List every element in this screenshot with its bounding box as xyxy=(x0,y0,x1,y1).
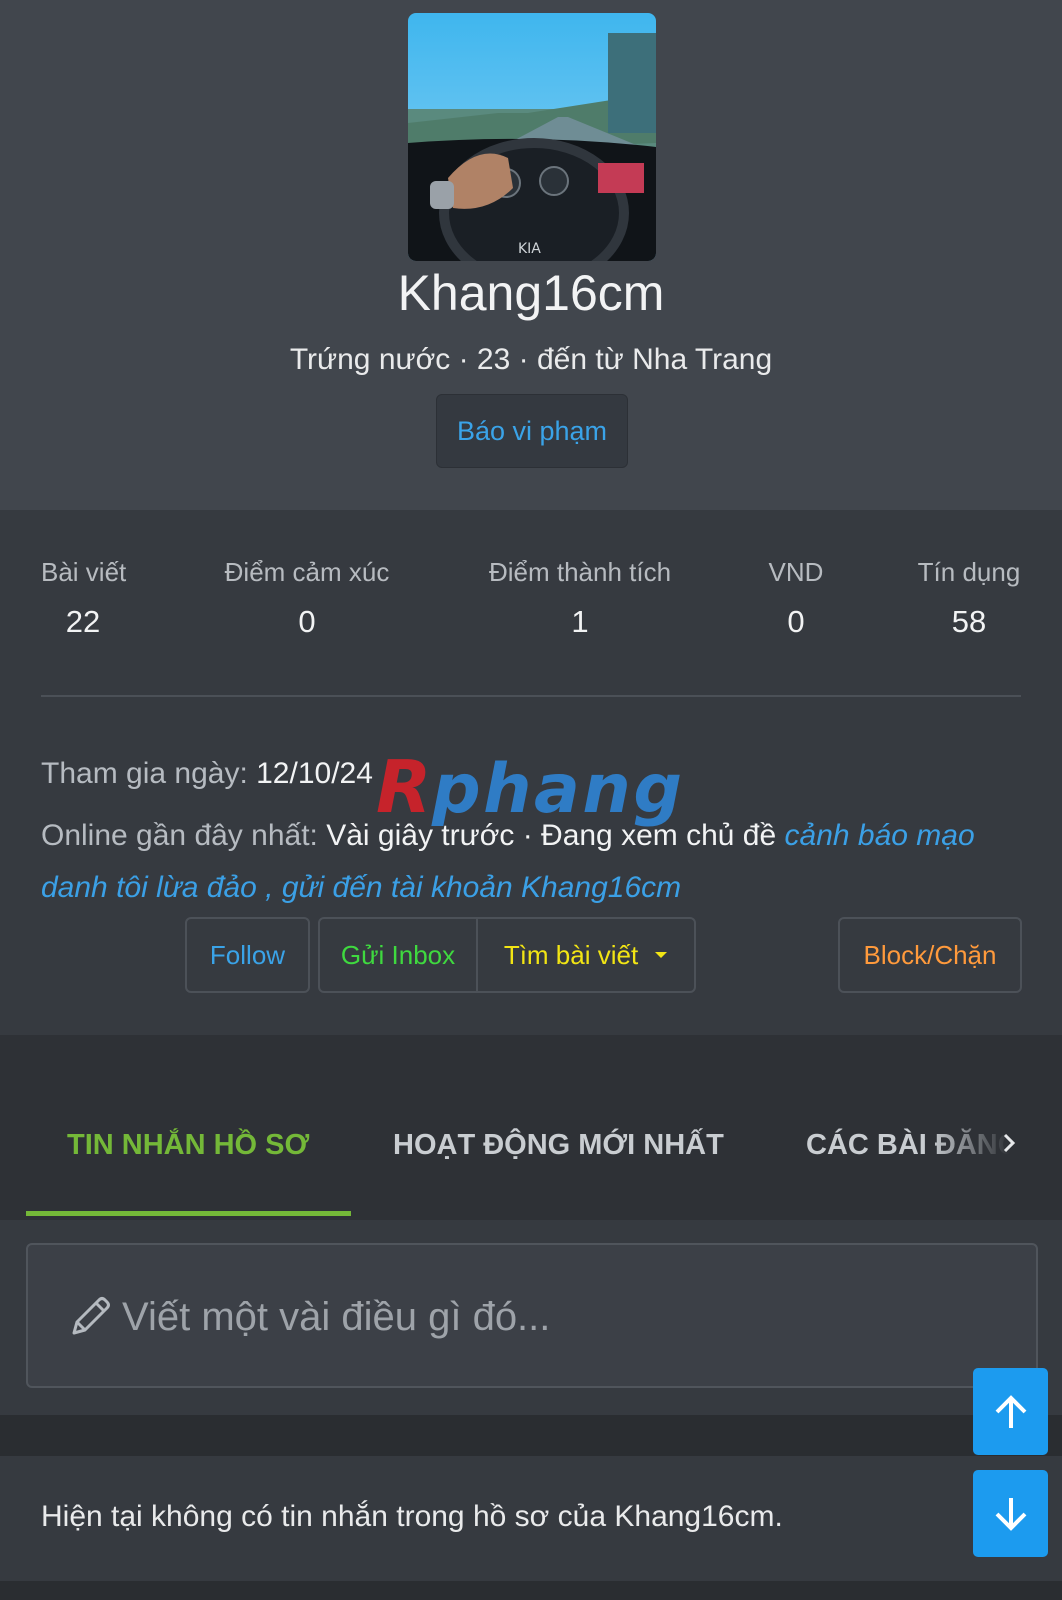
stat-value: 58 xyxy=(951,604,987,639)
stat-value: 0 xyxy=(787,604,805,639)
scroll-down-button[interactable] xyxy=(973,1470,1048,1557)
send-inbox-button[interactable]: Gửi Inbox xyxy=(320,919,478,991)
caret-down-icon xyxy=(655,952,668,958)
avatar-image: KIA xyxy=(408,13,656,261)
divider xyxy=(41,695,1021,697)
tab-profile-posts[interactable]: TIN NHẮN HỒ SƠ xyxy=(67,1125,309,1165)
online-line: Online gần đây nhất: Vài giây trước · Đa… xyxy=(41,810,1031,862)
stat-value: 1 xyxy=(571,604,589,639)
arrow-down-icon xyxy=(995,1497,1026,1531)
joined-label: Tham gia ngày: xyxy=(41,757,248,790)
block-button[interactable]: Block/Chặn xyxy=(838,917,1022,993)
stat-reaction-score[interactable]: Điểm cảm xúc 0 xyxy=(222,554,392,642)
stat-vnd[interactable]: VND 0 xyxy=(766,554,826,642)
empty-message-text: Hiện tại không có tin nhắn trong hồ sơ c… xyxy=(41,1500,783,1533)
active-tab-indicator xyxy=(26,1211,351,1216)
find-posts-dropdown[interactable]: Tìm bài viết xyxy=(478,919,694,991)
composer-section: Viết một vài điều gì đó... xyxy=(0,1220,1062,1415)
stat-label: Bài viết xyxy=(41,557,127,587)
online-status: Vài giây trước · Đang xem chủ đề xyxy=(326,819,777,852)
stat-value: 22 xyxy=(65,604,101,639)
tabs-fade-overlay xyxy=(930,1115,1062,1185)
user-meta: Trứng nước · 23 · đến từ Nha Trang xyxy=(289,343,773,376)
stat-credit[interactable]: Tín dụng 58 xyxy=(916,554,1022,642)
stat-label: VND xyxy=(768,557,824,587)
profile-post-composer[interactable]: Viết một vài điều gì đó... xyxy=(26,1243,1038,1388)
stat-value: 0 xyxy=(298,604,316,639)
find-posts-label: Tìm bài viết xyxy=(503,939,639,970)
profile-tabs: TIN NHẮN HỒ SƠ HOẠT ĐỘNG MỚI NHẤT CÁC BÀ… xyxy=(0,1035,1062,1220)
profile-info-card: Bài viết 22 Điểm cảm xúc 0 Điểm thành tí… xyxy=(0,510,1062,1035)
chevron-right-icon[interactable] xyxy=(1000,1129,1018,1157)
pencil-icon xyxy=(72,1297,110,1335)
stat-trophy-points[interactable]: Điểm thành tích 1 xyxy=(486,554,674,642)
profile-messages-empty: Hiện tại không có tin nhắn trong hồ sơ c… xyxy=(0,1456,1062,1581)
joined-line: Tham gia ngày: 12/10/24 xyxy=(41,748,1031,800)
stat-label: Điểm cảm xúc xyxy=(224,557,390,587)
composer-placeholder: Viết một vài điều gì đó... xyxy=(122,1295,551,1339)
viewing-thread-link[interactable]: cảnh báo mạo xyxy=(785,819,975,852)
joined-date: 12/10/24 xyxy=(256,757,373,790)
follow-button[interactable]: Follow xyxy=(185,917,310,993)
stat-posts[interactable]: Bài viết 22 xyxy=(41,554,127,642)
arrow-up-icon xyxy=(995,1394,1026,1428)
username: Khang16cm xyxy=(397,265,665,321)
report-button[interactable]: Báo vi phạm xyxy=(436,394,628,468)
stat-label: Tín dụng xyxy=(917,557,1021,587)
tab-latest-activity[interactable]: HOẠT ĐỘNG MỚI NHẤT xyxy=(393,1125,724,1165)
viewing-thread-link-cont[interactable]: danh tôi lừa đảo , gửi đến tài khoản Kha… xyxy=(41,871,681,904)
svg-text:KIA: KIA xyxy=(518,241,541,257)
avatar[interactable]: KIA xyxy=(408,13,656,261)
scroll-up-button[interactable] xyxy=(973,1368,1048,1455)
action-button-group: Gửi Inbox Tìm bài viết xyxy=(318,917,696,993)
profile-header: KIA Khang16cm Trứng nước · 23 · đến từ N… xyxy=(0,0,1062,510)
online-label: Online gần đây nhất: xyxy=(41,819,318,852)
stat-label: Điểm thành tích xyxy=(488,557,672,587)
online-link-line: danh tôi lừa đảo , gửi đến tài khoản Kha… xyxy=(41,862,1031,914)
